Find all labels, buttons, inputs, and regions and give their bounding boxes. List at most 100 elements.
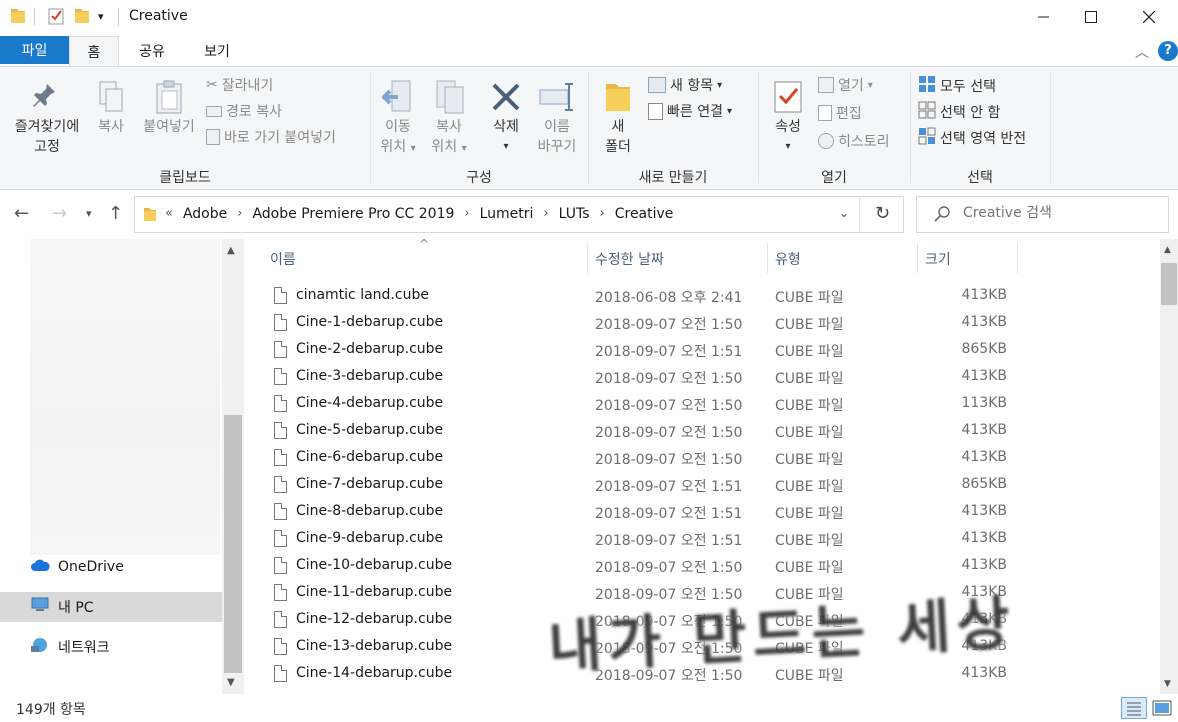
computer-icon [30,597,50,617]
new-folder-button[interactable]: 새 폴더 [596,77,640,157]
invert-selection-button[interactable]: 선택 영역 반전 [918,127,1026,149]
rename-button[interactable]: 이름 바꾸기 [532,77,582,157]
close-button[interactable] [1126,0,1172,34]
tab-share[interactable]: 공유 [128,36,176,66]
breadcrumb-item[interactable]: Adobe Premiere Pro CC 2019 [252,206,454,222]
tab-view[interactable]: 보기 [190,36,244,66]
nav-onedrive[interactable]: OneDrive [0,552,222,582]
column-divider[interactable] [1017,243,1018,273]
file-row[interactable]: Cine-9-debarup.cube 2018-09-07 오전 1:51 CUB… [244,526,1160,553]
file-type: CUBE 파일 [775,506,844,522]
large-icons-view-icon[interactable] [1151,698,1173,722]
delete-label: 삭제 [493,119,519,135]
scroll-down-icon[interactable]: ▼ [227,677,235,688]
refresh-icon[interactable]: ↻ [875,203,890,224]
breadcrumb-item[interactable]: Creative [615,206,674,222]
up-arrow-icon[interactable]: ↑ [108,203,123,224]
rename-label-1: 이름 [544,119,570,135]
move-to-button[interactable]: 이동 위치 ▾ [376,77,420,159]
divider [859,197,860,232]
copy-button[interactable]: 복사 [90,77,132,137]
nav-network[interactable]: 네트워크 [0,632,222,662]
breadcrumb-item[interactable]: LUTs [559,206,590,222]
column-divider[interactable] [917,243,918,273]
open-button[interactable]: 열기 ▾ [818,75,873,95]
file-date: 2018-09-07 오전 1:50 [595,425,743,441]
file-row[interactable]: Cine-4-debarup.cube 2018-09-07 오전 1:50 CUB… [244,391,1160,418]
file-list-scrollbar[interactable]: ▲ ▼ [1160,239,1178,694]
quick-access-dropdown-icon[interactable]: ▾ [98,10,104,23]
pin-to-quick-access-button[interactable]: 즐겨찾기에 고정 [6,77,88,157]
back-arrow-icon[interactable]: ← [14,203,29,224]
file-row[interactable]: Cine-10-debarup.cube 2018-09-07 오전 1:50 CU… [244,553,1160,580]
help-icon[interactable]: ? [1158,41,1178,61]
column-header-name[interactable]: 이름 [270,249,296,269]
minimize-button[interactable] [1021,0,1067,34]
scrollbar-thumb[interactable] [1161,263,1177,305]
search-input[interactable] [963,205,1153,221]
tab-home[interactable]: 홈 [69,36,119,67]
column-divider[interactable] [767,243,768,273]
file-row[interactable]: cinamtic land.cube 2018-06-08 오후 2:41 CUBE… [244,283,1160,310]
history-button[interactable]: 히스토리 [818,131,890,151]
address-row: ← → ▾ ↑ « Adobe › Adobe Premiere Pro CC … [0,191,1178,239]
nav-scrollbar[interactable]: ▲ ▼ [222,239,244,694]
scroll-up-icon[interactable]: ▲ [227,245,235,256]
search-box[interactable] [916,196,1169,233]
select-none-button[interactable]: 선택 안 함 [918,101,1000,123]
breadcrumb-item[interactable]: Adobe [183,206,227,222]
delete-button[interactable]: 삭제 ▾ [484,77,528,157]
copy-path-button[interactable]: 경로 복사 [206,101,282,121]
copy-to-button[interactable]: 복사 위치 ▾ [424,77,474,159]
address-dropdown-icon[interactable]: ⌄ [839,206,849,220]
collapse-ribbon-icon[interactable]: ︿ [1135,42,1149,62]
breadcrumb-overflow[interactable]: « [165,206,173,222]
open-group-label: 열기 [821,170,847,186]
column-divider[interactable] [587,243,588,273]
nav-mypc[interactable]: 내 PC [0,592,222,622]
file-row[interactable]: Cine-6-debarup.cube 2018-09-07 오전 1:50 CUB… [244,445,1160,472]
tab-file[interactable]: 파일 [0,36,69,64]
file-row[interactable]: Cine-2-debarup.cube 2018-09-07 오전 1:51 CUB… [244,337,1160,364]
chevron-right-icon[interactable]: › [464,206,469,222]
file-row[interactable]: Cine-3-debarup.cube 2018-09-07 오전 1:50 CUB… [244,364,1160,391]
properties-quick-icon[interactable] [47,7,65,29]
properties-button[interactable]: 속성 ▾ [766,77,810,157]
paste-shortcut-button[interactable]: 바로 가기 붙여넣기 [206,127,336,147]
column-header-type[interactable]: 유형 [775,249,801,269]
file-row[interactable]: Cine-7-debarup.cube 2018-09-07 오전 1:51 CUB… [244,472,1160,499]
ribbon: 즐겨찾기에 고정 복사 붙여넣기 ✂ 잘라내기 경로 복사 바로 가기 붙여넣기… [0,66,1178,190]
nav-onedrive-label: OneDrive [58,559,124,575]
copy-label: 복사 [98,119,124,135]
chevron-right-icon[interactable]: › [237,206,242,222]
forward-arrow-icon[interactable]: → [52,203,67,224]
new-item-button[interactable]: 새 항목 ▾ [648,75,722,95]
details-view-icon[interactable] [1121,697,1147,719]
scroll-down-icon[interactable]: ▼ [1164,679,1171,689]
new-folder-quick-icon[interactable] [74,7,90,29]
scrollbar-thumb[interactable] [224,415,242,673]
breadcrumb-item[interactable]: Lumetri [480,206,534,222]
new-folder-label-2: 폴더 [605,139,631,155]
maximize-button[interactable] [1068,0,1114,34]
address-bar[interactable]: « Adobe › Adobe Premiere Pro CC 2019 › L… [134,196,904,233]
copy-to-icon [424,77,474,117]
paste-button[interactable]: 붙여넣기 [136,77,202,137]
column-header-date[interactable]: 수정한 날짜 [595,249,664,269]
file-row[interactable]: Cine-1-debarup.cube 2018-09-07 오전 1:50 CUB… [244,310,1160,337]
edit-button[interactable]: 편집 [818,103,862,123]
title-bar: ▾ Creative [0,0,1178,34]
chevron-right-icon[interactable]: › [600,206,605,222]
file-row[interactable]: Cine-8-debarup.cube 2018-09-07 오전 1:51 CUB… [244,499,1160,526]
scroll-up-icon[interactable]: ▲ [1164,245,1171,255]
easy-access-button[interactable]: 빠른 연결 ▾ [648,101,732,121]
column-header-size[interactable]: 크기 [925,249,951,269]
dropdown-arrow-icon: ▾ [726,105,733,117]
file-row[interactable]: Cine-5-debarup.cube 2018-09-07 오전 1:50 CUB… [244,418,1160,445]
move-to-icon [376,77,420,117]
select-all-button[interactable]: 모두 선택 [918,75,996,97]
move-label-2-text: 위치 [380,139,407,155]
chevron-right-icon[interactable]: › [543,206,548,222]
recent-locations-chevron-icon[interactable]: ▾ [86,207,92,220]
cut-button[interactable]: ✂ 잘라내기 [206,75,273,95]
